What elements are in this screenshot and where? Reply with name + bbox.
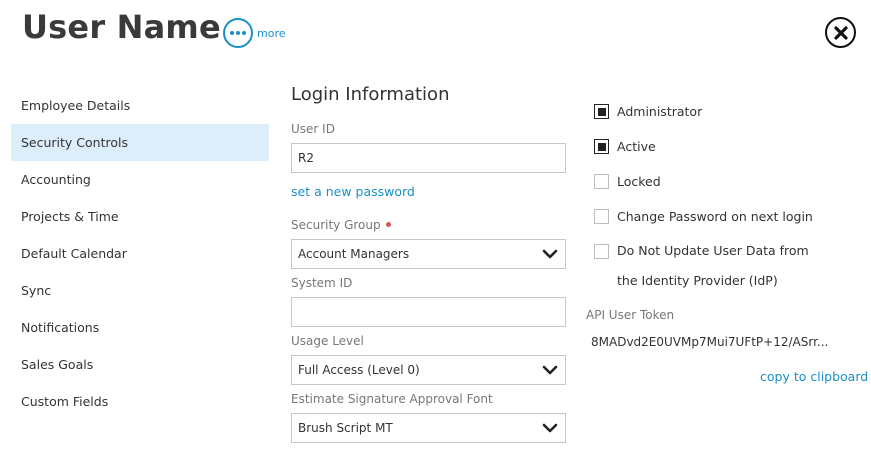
sidebar-item-default-calendar[interactable]: Default Calendar [11, 235, 269, 272]
no-update-idp-label: Do Not Update User Data from the Identit… [617, 243, 809, 288]
active-checkbox[interactable] [594, 139, 609, 154]
locked-checkbox[interactable] [594, 174, 609, 189]
sidebar-item-custom-fields[interactable]: Custom Fields [11, 383, 269, 420]
api-token-value: 8MADvd2E0UVMp7Mui7UFtP+12/ASrr... [591, 335, 829, 349]
close-icon[interactable] [833, 25, 848, 40]
security-group-select[interactable]: Account Managers [291, 239, 566, 269]
user-id-label: User ID [291, 122, 335, 136]
security-group-value: Account Managers [298, 247, 410, 261]
more-label[interactable]: more [257, 27, 286, 40]
security-group-label: Security Group [291, 218, 391, 232]
administrator-checkbox-row[interactable]: Administrator [594, 104, 702, 119]
sidebar-item-sync[interactable]: Sync [11, 272, 269, 309]
sidebar-item-accounting[interactable]: Accounting [11, 161, 269, 198]
copy-to-clipboard-link[interactable]: copy to clipboard [760, 369, 868, 384]
signature-font-label: Estimate Signature Approval Font [291, 392, 493, 406]
administrator-label: Administrator [617, 104, 703, 119]
locked-checkbox-row[interactable]: Locked [594, 174, 661, 189]
sidebar-nav: Employee Details Security Controls Accou… [11, 87, 269, 420]
set-new-password-link[interactable]: set a new password [291, 184, 415, 199]
chevron-down-icon [542, 365, 558, 375]
change-password-label: Change Password on next login [617, 209, 813, 224]
active-checkbox-row[interactable]: Active [594, 139, 656, 154]
system-id-label: System ID [291, 276, 353, 290]
more-icon[interactable] [223, 18, 253, 48]
usage-level-select[interactable]: Full Access (Level 0) [291, 355, 566, 385]
change-password-checkbox-row[interactable]: Change Password on next login [594, 209, 813, 224]
sidebar-item-notifications[interactable]: Notifications [11, 309, 269, 346]
chevron-down-icon [542, 249, 558, 259]
usage-level-label: Usage Level [291, 334, 364, 348]
administrator-checkbox[interactable] [594, 104, 609, 119]
signature-font-value: Brush Script MT [298, 421, 393, 435]
sidebar-item-employee-details[interactable]: Employee Details [11, 87, 269, 124]
sidebar-item-security-controls[interactable]: Security Controls [11, 124, 269, 161]
no-update-idp-checkbox[interactable] [594, 244, 609, 259]
close-button[interactable] [825, 17, 856, 48]
page-title: User Name [22, 8, 221, 46]
sidebar-item-projects-time[interactable]: Projects & Time [11, 198, 269, 235]
api-token-label: API User Token [586, 308, 675, 322]
system-id-input[interactable] [291, 297, 566, 327]
sidebar-item-sales-goals[interactable]: Sales Goals [11, 346, 269, 383]
required-indicator [385, 222, 391, 227]
signature-font-select[interactable]: Brush Script MT [291, 413, 566, 443]
section-title: Login Information [291, 84, 450, 105]
more-button[interactable]: more [223, 18, 286, 48]
change-password-checkbox[interactable] [594, 209, 609, 224]
active-label: Active [617, 139, 656, 154]
chevron-down-icon [542, 423, 558, 433]
user-id-input[interactable]: R2 [291, 143, 566, 173]
locked-label: Locked [617, 174, 661, 189]
usage-level-value: Full Access (Level 0) [298, 363, 420, 377]
security-group-label-text: Security Group [291, 218, 381, 232]
no-update-idp-checkbox-row[interactable]: Do Not Update User Data from the Identit… [594, 243, 832, 296]
